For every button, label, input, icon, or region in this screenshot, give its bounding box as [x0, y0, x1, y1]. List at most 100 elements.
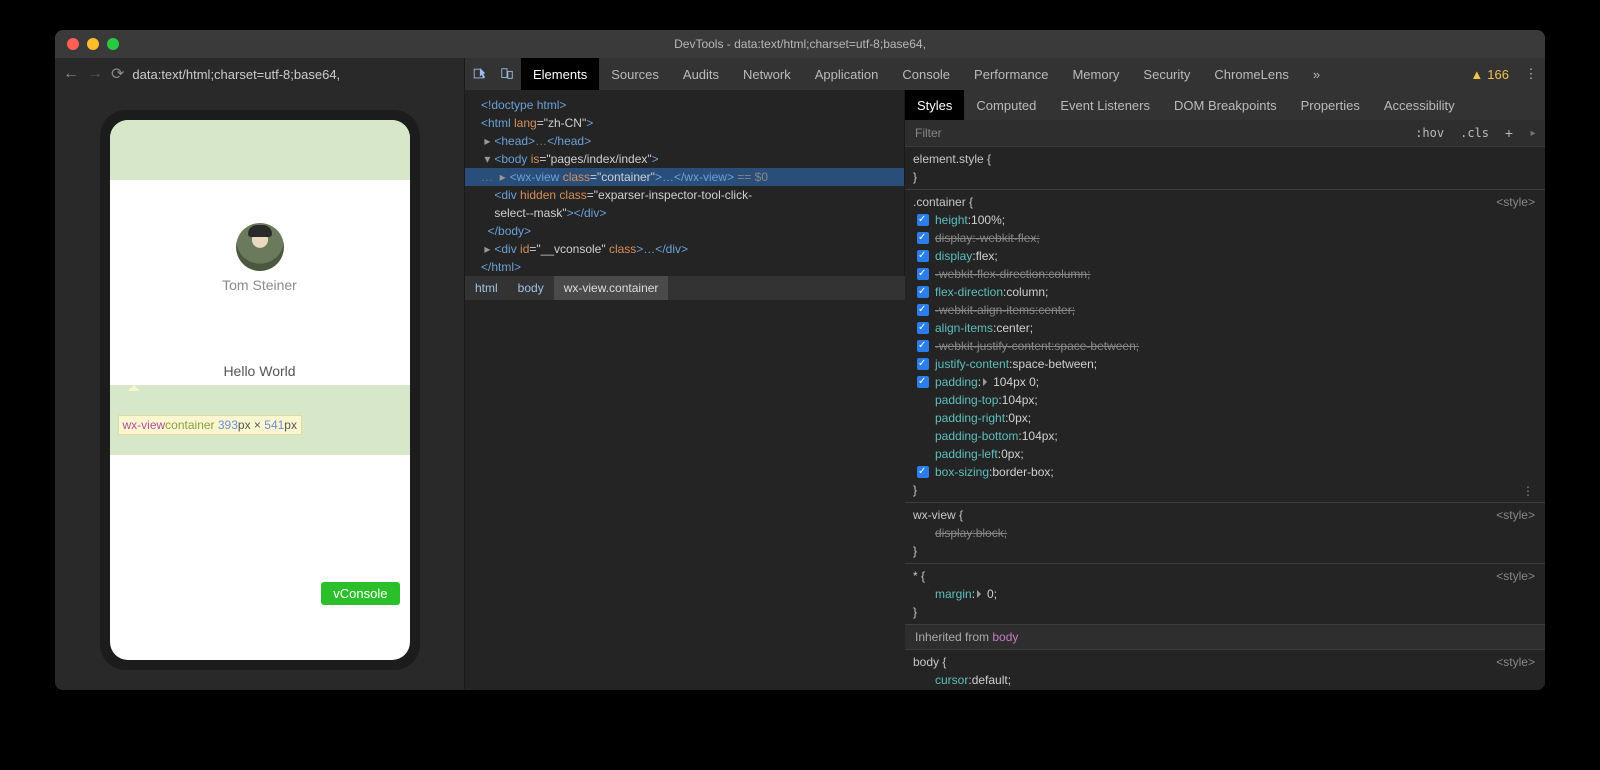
tab-chromelens[interactable]: ChromeLens — [1202, 58, 1300, 90]
tab-elements[interactable]: Elements — [521, 58, 599, 90]
css-property[interactable]: -webkit-align-items: center; — [913, 301, 1535, 319]
style-source-link[interactable]: <style> — [1496, 193, 1535, 211]
new-rule-icon[interactable]: + — [1497, 125, 1521, 141]
reload-icon[interactable]: ⟳ — [111, 64, 124, 84]
css-property[interactable]: padding-left: 0px; — [913, 445, 1535, 463]
css-property[interactable]: padding-top: 104px; — [913, 391, 1535, 409]
tab-console[interactable]: Console — [890, 58, 962, 90]
css-property[interactable]: padding-bottom: 104px; — [913, 427, 1535, 445]
tab-performance[interactable]: Performance — [962, 58, 1060, 90]
dom-tree[interactable]: <!doctype html> <html lang="zh-CN"> ▸<he… — [465, 90, 905, 276]
rtab-eventlisteners[interactable]: Event Listeners — [1048, 90, 1162, 120]
rule-container[interactable]: <style> .container { height: 100%;displa… — [905, 189, 1545, 502]
css-property[interactable]: -webkit-user-select: none; — [913, 689, 1535, 690]
expand-icon[interactable] — [983, 378, 991, 386]
property-toggle-checkbox[interactable] — [917, 304, 929, 316]
style-source-link[interactable]: <style> — [1496, 506, 1535, 524]
vconsole-button[interactable]: vConsole — [321, 582, 399, 605]
element-tooltip: wx-viewcontainer 393px × 541px — [118, 415, 302, 435]
tabs-overflow[interactable]: » — [1301, 58, 1332, 90]
expand-icon[interactable] — [977, 590, 985, 598]
close-icon[interactable] — [67, 38, 79, 50]
css-property[interactable]: flex-direction: column; — [913, 283, 1535, 301]
rule-wxview[interactable]: <style> wx-view { display: block; } — [905, 502, 1545, 563]
cls-toggle[interactable]: .cls — [1452, 126, 1497, 140]
css-property[interactable]: justify-content: space-between; — [913, 355, 1535, 373]
devtools-window: DevTools - data:text/html;charset=utf-8;… — [55, 30, 1545, 690]
styles-filter-bar: Filter :hov .cls + ▸ — [905, 120, 1545, 146]
rtab-properties[interactable]: Properties — [1289, 90, 1372, 120]
tab-memory[interactable]: Memory — [1060, 58, 1131, 90]
forward-icon[interactable]: → — [87, 65, 103, 83]
inspect-element-icon[interactable] — [465, 58, 493, 90]
mid-band: wx-viewcontainer 393px × 541px — [110, 385, 410, 455]
lower-band: vConsole — [110, 455, 410, 615]
style-source-link[interactable]: <style> — [1496, 653, 1535, 671]
filter-input[interactable]: Filter — [905, 126, 1407, 140]
hov-toggle[interactable]: :hov — [1407, 126, 1452, 140]
property-toggle-checkbox[interactable] — [917, 376, 929, 388]
hello-label: Hello World — [110, 335, 410, 385]
css-property[interactable]: cursor: default; — [913, 671, 1535, 689]
property-toggle-checkbox[interactable] — [917, 358, 929, 370]
rtab-computed[interactable]: Computed — [964, 90, 1048, 120]
style-source-link[interactable]: <style> — [1496, 567, 1535, 585]
more-menu-icon[interactable]: ⋮ — [1517, 58, 1545, 90]
rule-element-style[interactable]: element.style { } — [905, 146, 1545, 189]
property-toggle-checkbox[interactable] — [917, 340, 929, 352]
styles-panel: Styles Computed Event Listeners DOM Brea… — [905, 90, 1545, 690]
device-frame: Tom Steiner Hello World wx-viewcontainer… — [100, 110, 420, 670]
dom-selected-node[interactable]: … ▸<wx-view class="container">…</wx-view… — [465, 168, 904, 186]
tab-application[interactable]: Application — [803, 58, 891, 90]
css-property[interactable]: padding-right: 0px; — [913, 409, 1535, 427]
back-icon[interactable]: ← — [63, 65, 79, 83]
rtab-accessibility[interactable]: Accessibility — [1372, 90, 1467, 120]
property-toggle-checkbox[interactable] — [917, 286, 929, 298]
property-toggle-checkbox[interactable] — [917, 322, 929, 334]
device-screen[interactable]: Tom Steiner Hello World wx-viewcontainer… — [110, 120, 410, 660]
property-toggle-checkbox[interactable] — [917, 250, 929, 262]
css-property[interactable]: -webkit-flex-direction: column; — [913, 265, 1535, 283]
css-property[interactable]: display: -webkit-flex; — [913, 229, 1535, 247]
main-panel: Elements Sources Audits Network Applicat… — [465, 58, 1545, 690]
property-toggle-checkbox[interactable] — [917, 232, 929, 244]
css-property[interactable]: padding: 104px 0; — [913, 373, 1535, 391]
url-text[interactable]: data:text/html;charset=utf-8;base64, — [132, 67, 340, 82]
scroll-hint-icon: ▸ — [1521, 128, 1545, 139]
window-title: DevTools - data:text/html;charset=utf-8;… — [674, 37, 926, 51]
titlebar[interactable]: DevTools - data:text/html;charset=utf-8;… — [55, 30, 1545, 58]
warnings-count[interactable]: ▲166 — [1470, 58, 1517, 90]
property-toggle-checkbox[interactable] — [917, 268, 929, 280]
rtab-styles[interactable]: Styles — [905, 90, 964, 120]
tab-network[interactable]: Network — [731, 58, 803, 90]
rule-menu-icon[interactable]: ⋮ — [1522, 482, 1535, 500]
css-property[interactable]: margin: 0; — [913, 585, 1535, 603]
crumb-body[interactable]: body — [508, 276, 554, 300]
css-property[interactable]: box-sizing: border-box; — [913, 463, 1535, 481]
minimize-icon[interactable] — [87, 38, 99, 50]
css-property[interactable]: display: block; — [913, 524, 1535, 542]
url-bar: ← → ⟳ data:text/html;charset=utf-8;base6… — [55, 58, 464, 90]
device-preview-panel: ← → ⟳ data:text/html;charset=utf-8;base6… — [55, 58, 465, 690]
tab-audits[interactable]: Audits — [671, 58, 731, 90]
css-property[interactable]: -webkit-justify-content: space-between; — [913, 337, 1535, 355]
rule-body[interactable]: <style> body { cursor: default;-webkit-u… — [905, 649, 1545, 690]
css-property[interactable]: height: 100%; — [913, 211, 1535, 229]
side-tabs: Styles Computed Event Listeners DOM Brea… — [905, 90, 1545, 120]
css-property[interactable]: align-items: center; — [913, 319, 1535, 337]
device-toggle-icon[interactable] — [493, 58, 521, 90]
tab-security[interactable]: Security — [1131, 58, 1202, 90]
header-band — [110, 120, 410, 180]
breadcrumb: html body wx-view.container — [465, 276, 905, 300]
crumb-wxview[interactable]: wx-view.container — [554, 276, 669, 300]
styles-list[interactable]: element.style { } <style> .container { h… — [905, 146, 1545, 690]
maximize-icon[interactable] — [107, 38, 119, 50]
tab-sources[interactable]: Sources — [599, 58, 671, 90]
css-property[interactable]: display: flex; — [913, 247, 1535, 265]
rtab-dombreakpoints[interactable]: DOM Breakpoints — [1162, 90, 1289, 120]
rule-star[interactable]: <style> * { margin: 0; } — [905, 563, 1545, 624]
crumb-html[interactable]: html — [465, 276, 508, 300]
main-tabs: Elements Sources Audits Network Applicat… — [465, 58, 1545, 90]
property-toggle-checkbox[interactable] — [917, 214, 929, 226]
property-toggle-checkbox[interactable] — [917, 466, 929, 478]
